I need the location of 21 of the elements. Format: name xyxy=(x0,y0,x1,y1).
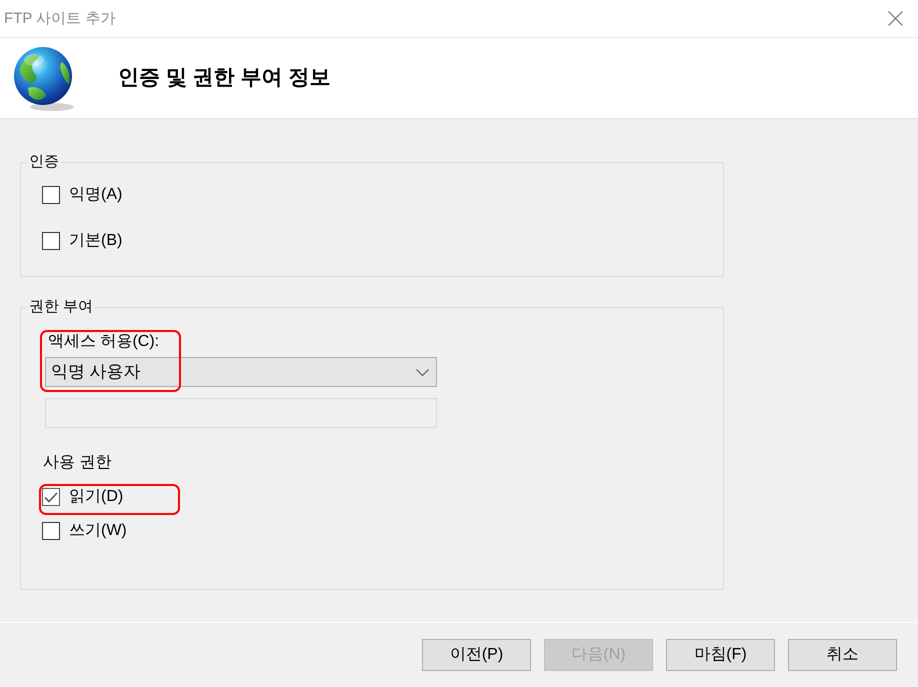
close-icon xyxy=(888,11,902,26)
dialog-button[interactable]: 마침(F) xyxy=(666,639,775,671)
dialog-button[interactable]: 이전(P) xyxy=(422,639,531,671)
field-label: 액세스 허용(C): xyxy=(48,333,160,351)
checkbox-label: 익명(A) xyxy=(69,186,122,204)
checkbox-label: 읽기(D) xyxy=(69,488,124,506)
access-dropdown[interactable]: 익명 사용자 xyxy=(45,357,437,387)
chevron-down-icon xyxy=(416,368,429,376)
group-title: 권한 부여 xyxy=(28,297,94,317)
checkbox-label: 기본(B) xyxy=(69,232,122,250)
group-title: 인증 xyxy=(28,152,60,172)
section-label: 사용 권한 xyxy=(43,454,112,472)
page-heading: 인증 및 권한 부여 정보 xyxy=(118,65,330,91)
window-title: FTP 사이트 추가 xyxy=(3,8,116,28)
checkbox-label: 쓰기(W) xyxy=(69,522,127,540)
dialog-button[interactable]: 취소 xyxy=(788,639,897,671)
checkbox[interactable] xyxy=(42,522,60,540)
checkbox[interactable] xyxy=(42,232,60,250)
checkbox[interactable] xyxy=(42,488,60,506)
checkmark-icon xyxy=(44,492,58,502)
checkbox[interactable] xyxy=(42,186,60,204)
